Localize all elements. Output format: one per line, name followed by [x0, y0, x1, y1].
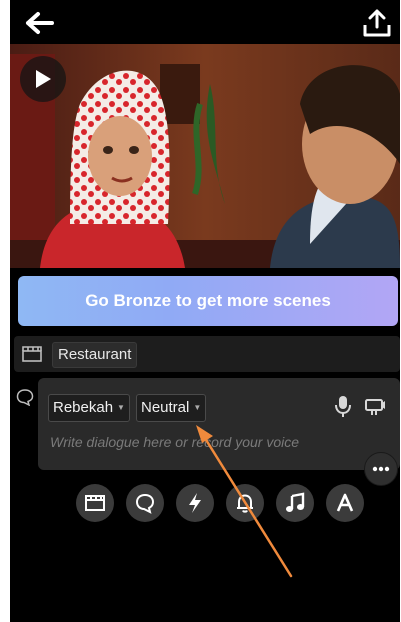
music-note-icon: [286, 492, 305, 512]
add-action-button[interactable]: [176, 484, 214, 522]
play-button[interactable]: [20, 56, 66, 102]
more-horizontal-icon: [372, 466, 390, 472]
microphone-icon: [335, 396, 351, 417]
add-sound-effect-button[interactable]: [226, 484, 264, 522]
play-icon: [36, 70, 51, 88]
camera-button[interactable]: [364, 396, 386, 418]
speech-bubble-icon: [16, 389, 34, 406]
lightning-icon: [189, 493, 201, 513]
scene-name-chip[interactable]: Restaurant: [52, 342, 138, 368]
scene-preview[interactable]: [10, 44, 400, 268]
app-screen: Go Bronze to get more scenes Restaurant …: [10, 0, 400, 622]
scene-illustration: [10, 44, 400, 268]
export-button[interactable]: [362, 8, 392, 38]
caret-down-icon: ▼: [117, 403, 125, 413]
emotion-value: Neutral: [141, 399, 190, 416]
back-button[interactable]: [24, 10, 58, 36]
clapperboard-icon: [22, 346, 42, 362]
character-value: Rebekah: [53, 399, 114, 416]
top-bar: [10, 0, 400, 44]
bell-icon: [237, 494, 253, 513]
go-bronze-label: Go Bronze to get more scenes: [85, 291, 331, 310]
add-element-toolbar: [76, 484, 366, 522]
caret-down-icon: ▼: [193, 403, 202, 413]
camera-icon: [365, 399, 385, 415]
character-select[interactable]: Rebekah ▼: [48, 394, 130, 422]
add-music-button[interactable]: [276, 484, 314, 522]
dialogue-input[interactable]: [50, 430, 350, 454]
scene-row[interactable]: Restaurant: [14, 336, 400, 372]
speech-bubble-icon: [135, 493, 155, 514]
more-options-button[interactable]: [364, 452, 398, 486]
clapperboard-icon: [85, 495, 105, 511]
share-upload-icon: [363, 9, 391, 37]
emotion-select[interactable]: Neutral ▼: [136, 394, 207, 422]
arrow-left-icon: [26, 12, 54, 34]
add-dialogue-button[interactable]: [126, 484, 164, 522]
record-voice-button[interactable]: [332, 394, 354, 418]
dialogue-editor: Rebekah ▼ Neutral ▼: [38, 378, 400, 470]
add-text-button[interactable]: [326, 484, 364, 522]
add-scene-button[interactable]: [76, 484, 114, 522]
letter-a-icon: [336, 493, 354, 512]
go-bronze-button[interactable]: Go Bronze to get more scenes: [18, 276, 398, 326]
